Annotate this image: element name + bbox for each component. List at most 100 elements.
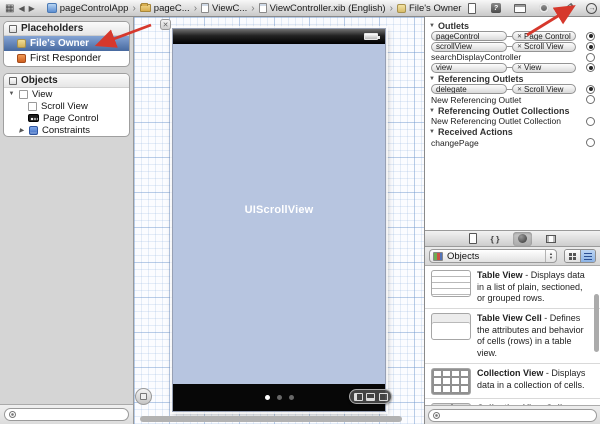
size-inspector-tab[interactable] (561, 2, 575, 15)
horizontal-scrollbar[interactable] (140, 416, 402, 422)
outline-item-first-responder[interactable]: First Responder (4, 51, 129, 66)
outlet-row-view: view ✕ View (425, 62, 600, 74)
file-template-library-tab[interactable] (468, 232, 477, 245)
outlet-target-pill[interactable]: ✕ View (512, 62, 576, 73)
disconnect-icon[interactable]: ✕ (517, 33, 522, 40)
disconnect-icon[interactable]: ✕ (517, 43, 522, 50)
canvas-control-icon[interactable] (366, 392, 375, 401)
disclosure-closed-icon[interactable]: ▶ (18, 127, 25, 134)
breadcrumb-chevron: › (389, 2, 393, 14)
scroll-view-icon (28, 101, 37, 111)
list-view-button-selected[interactable] (580, 250, 595, 262)
outlet-target-pill[interactable]: ✕ Scroll View (512, 41, 576, 52)
connection-well-empty[interactable] (586, 95, 595, 105)
related-items-icon[interactable]: ▦ (5, 3, 14, 14)
outline-item-constraints[interactable]: ▶ Constraints (4, 124, 129, 136)
constraints-label: Constraints (42, 124, 91, 136)
file-inspector-tab[interactable] (465, 2, 478, 15)
canvas-control-icon[interactable] (378, 392, 388, 401)
object-library-tab-selected[interactable] (513, 231, 533, 246)
page-dot-active[interactable] (264, 395, 270, 400)
code-snippet-library-tab[interactable]: { } (491, 232, 500, 245)
received-actions-title: Received Actions (438, 127, 513, 137)
page-dot[interactable] (276, 395, 282, 400)
objects-header[interactable]: Objects (4, 74, 129, 88)
library-item-title: Collection View Cell (477, 403, 562, 405)
library-item-title: Table View Cell (477, 313, 542, 324)
library-scrollbar[interactable] (594, 294, 599, 352)
new-referencing-outlet-row: New Referencing Outlet (425, 95, 600, 106)
outlets-section-header[interactable]: ▼ Outlets (425, 20, 600, 31)
referencing-outlets-section-header[interactable]: ▼ Referencing Outlets (425, 73, 600, 84)
outlet-row-scrollview: scrollView ✕ Scroll View (425, 41, 600, 53)
referencing-outlet-collections-section-header[interactable]: ▼ Referencing Outlet Collections (425, 105, 600, 116)
xib-file-icon (258, 3, 267, 13)
library-item-table-view-cell[interactable]: Table View Cell - Defines the attributes… (425, 309, 600, 364)
placeholders-title: Placeholders (21, 23, 84, 34)
connection-well-empty[interactable] (586, 52, 595, 62)
outline-filter-field[interactable] (4, 408, 129, 421)
connections-inspector-tab[interactable]: → (585, 2, 598, 15)
outlet-target-label: Scroll View (524, 84, 564, 94)
outline-item-files-owner[interactable]: File's Owner (4, 36, 129, 51)
inspector-tab-bar: ? → (465, 2, 598, 15)
outline-toggle-button[interactable] (135, 388, 152, 405)
connection-well-filled[interactable] (586, 31, 595, 41)
breadcrumb-group[interactable]: pageC... (139, 3, 190, 14)
outlet-name-pill[interactable]: view (431, 62, 507, 73)
breadcrumb-document[interactable]: ViewController.xib (English) (258, 2, 386, 14)
placeholders-header[interactable]: Placeholders (4, 22, 129, 36)
grid-view-button[interactable] (565, 250, 580, 262)
connection-well-filled[interactable] (586, 42, 595, 52)
outlet-name-pill[interactable]: pageControl (431, 31, 507, 42)
breadcrumb-file[interactable]: ViewC... (201, 3, 247, 14)
grid-view-icon (569, 252, 576, 260)
filter-icon (9, 411, 16, 418)
scroll-view-canvas[interactable]: UIScrollView (173, 44, 385, 384)
forward-button[interactable]: ▶ (29, 4, 35, 13)
outline-item-view[interactable]: ▼ View (4, 88, 129, 100)
files-owner-label: File's Owner (30, 38, 90, 49)
page-dot[interactable] (288, 395, 294, 400)
library-item-table-view[interactable]: Table View - Displays data in a list of … (425, 266, 600, 310)
disconnect-icon[interactable]: ✕ (517, 86, 522, 93)
interface-builder-canvas[interactable]: ✕ UIScrollView (134, 17, 424, 424)
quick-help-inspector-tab[interactable]: ? (489, 2, 502, 15)
outline-item-page-control[interactable]: Page Control (4, 112, 129, 124)
outlet-name-pill[interactable]: scrollView (431, 41, 507, 52)
disclosure-open-icon[interactable]: ▼ (8, 91, 15, 97)
library-group-select[interactable]: Objects ▲ ▼ (429, 249, 557, 263)
view-controller-view[interactable]: UIScrollView (172, 28, 392, 412)
library-item-collection-view-cell[interactable]: Collection View Cell - Defines the attri… (425, 399, 600, 405)
connection-well-empty[interactable] (586, 116, 595, 126)
disconnect-icon[interactable]: ✕ (517, 64, 522, 71)
breadcrumb-document-label: ViewController.xib (English) (269, 2, 386, 14)
canvas-control-icon[interactable] (353, 392, 363, 401)
outlet-target-pill[interactable]: ✕ Page Control (512, 31, 576, 42)
outlet-name-pill[interactable]: delegate (431, 84, 507, 95)
attributes-inspector-tab[interactable] (537, 2, 550, 15)
close-view-button[interactable]: ✕ (160, 19, 171, 30)
outlet-target-pill[interactable]: ✕ Scroll View (512, 84, 576, 95)
library-filter-field[interactable] (428, 408, 597, 422)
breadcrumb-project[interactable]: pageControlApp (46, 3, 128, 14)
identity-inspector-icon (513, 3, 526, 13)
outline-filter-bar (0, 404, 133, 424)
outlet-row-searchdisplaycontroller: searchDisplayController (425, 52, 600, 63)
object-library-icon (518, 234, 528, 243)
received-actions-section-header[interactable]: ▼ Received Actions (425, 127, 600, 138)
library-item-title: Table View (477, 270, 523, 280)
connection-well-filled[interactable] (586, 84, 595, 94)
constraints-icon (29, 125, 38, 135)
library-item-collection-view[interactable]: Collection View - Displays data in a col… (425, 364, 600, 399)
referencing-outlet-row-delegate: delegate ✕ Scroll View (425, 84, 600, 95)
connection-well-filled[interactable] (586, 63, 595, 73)
back-button[interactable]: ◀ (18, 4, 24, 13)
collection-view-cell-thumbnail (431, 402, 471, 405)
identity-inspector-tab[interactable] (513, 2, 526, 15)
breadcrumb-selection[interactable]: File's Owner (396, 3, 461, 14)
connection-well-empty[interactable] (586, 138, 595, 148)
filter-icon (433, 411, 440, 419)
media-library-tab[interactable] (546, 232, 557, 245)
outline-item-scroll-view[interactable]: Scroll View (4, 100, 129, 112)
